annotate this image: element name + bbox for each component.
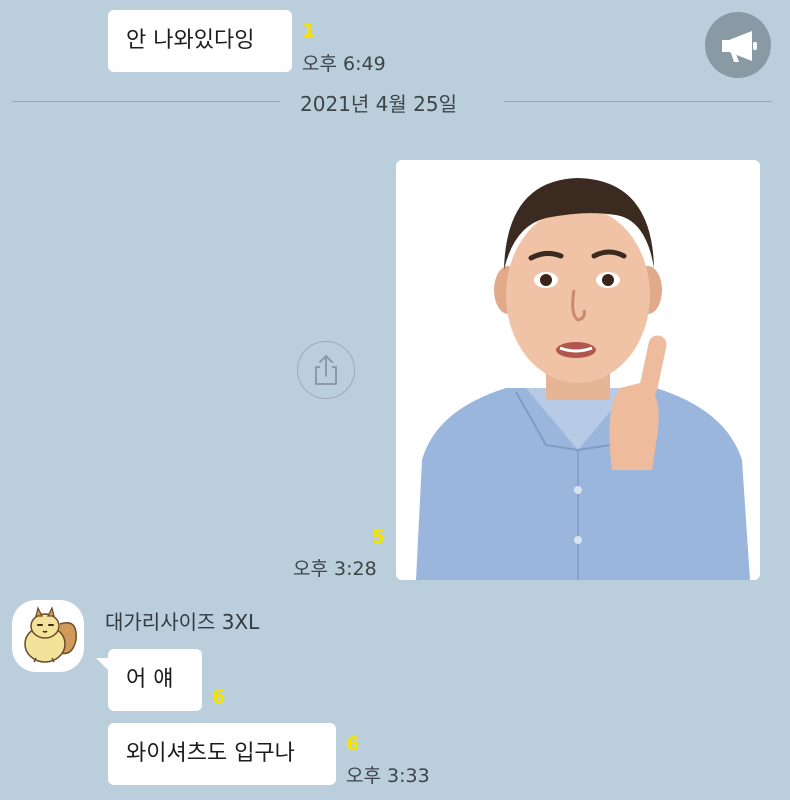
share-button[interactable] [297,341,355,399]
date-divider: 2021년 4월 25일 [300,92,457,116]
message-text: 어 얘 [126,667,174,692]
sender-name: 대가리사이즈 3XL [105,610,260,634]
megaphone-icon[interactable] [705,12,771,78]
squirrel-avatar-icon[interactable] [12,600,84,672]
unread-count: 1 [302,20,316,42]
boy-pointing-photo [416,178,750,580]
message-time: 오후 6:49 [302,53,386,75]
image-message[interactable] [396,160,760,580]
message-bubble[interactable]: 안 나와있다잉 [108,10,292,72]
message-text: 안 나와있다잉 [126,28,255,53]
unread-count: 5 [372,526,386,548]
message-bubble[interactable]: 와이셔츠도 입구나 [108,723,336,785]
date-divider-line-left [12,101,280,102]
date-divider-line-right [504,101,772,102]
share-icon [315,355,337,385]
unread-count: 6 [346,733,360,755]
message-text: 와이셔츠도 입구나 [126,741,295,766]
unread-count: 6 [212,686,226,708]
message-bubble[interactable]: 어 얘 [108,649,202,711]
message-time: 오후 3:28 [293,558,377,580]
message-time: 오후 3:33 [346,765,430,787]
